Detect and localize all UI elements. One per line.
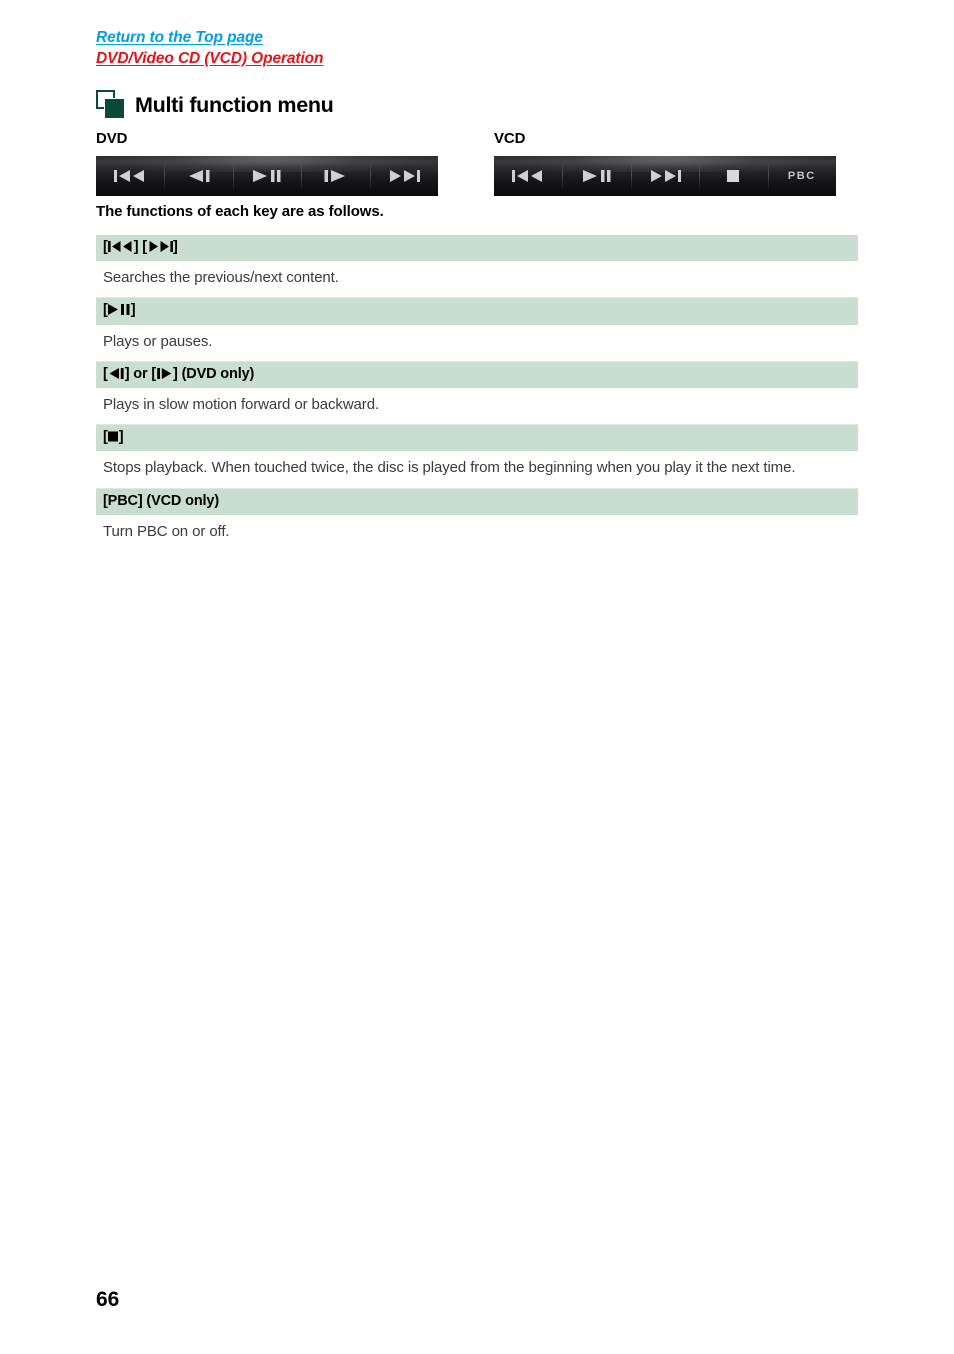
dvd-video-cd-operation-link[interactable]: DVD/Video CD (VCD) Operation xyxy=(96,50,324,67)
prev-next-key-label: [] [] xyxy=(103,239,178,255)
vcd-multi-function-bar: PBC xyxy=(494,156,836,196)
table-row-body-pbc: Turn PBC on or off. xyxy=(103,522,230,540)
dvd-slow-backward-key[interactable] xyxy=(164,156,232,196)
slow-motion-key-label: [] or [] (DVD only) xyxy=(103,365,255,382)
table-row-header-slow-motion: [] or [] (DVD only) xyxy=(96,361,858,388)
vcd-next-track-key[interactable] xyxy=(630,156,699,196)
stop-key-label: [] xyxy=(103,429,124,446)
dvd-next-track-key[interactable] xyxy=(369,156,438,196)
dvd-play-pause-key[interactable] xyxy=(232,156,301,196)
table-row-body-slow-motion: Plays in slow motion forward or backward… xyxy=(96,388,858,426)
return-to-top-page-link[interactable]: Return to the Top page xyxy=(96,30,323,46)
table-row-header-stop: [] xyxy=(96,425,858,452)
table-row-body-prev-next: Searches the previous/next content. xyxy=(96,261,858,299)
dvd-previous-track-key[interactable] xyxy=(96,156,164,196)
table-row-header-pbc: [PBC] (VCD only) xyxy=(96,488,858,515)
page-title: Multi function menu xyxy=(96,88,334,122)
vcd-stop-key[interactable] xyxy=(699,156,767,196)
vcd-play-pause-key[interactable] xyxy=(562,156,630,196)
dvd-multi-function-bar xyxy=(96,156,438,196)
pbc-key-header-label: [PBC] (VCD only) xyxy=(103,492,220,509)
page-number: 66 xyxy=(96,1288,120,1311)
breadcrumb: Return to the Top page DVD/Video CD (VCD… xyxy=(96,30,324,71)
pbc-key-label: PBC xyxy=(787,170,816,182)
vcd-bar-caption: VCD xyxy=(494,130,526,147)
dvd-slow-forward-key[interactable] xyxy=(301,156,369,196)
play-pause-key-label: [] xyxy=(103,302,136,319)
table-row-body-stop: Stops playback. When touched twice, the … xyxy=(96,451,858,489)
table-row-header-prev-next: [] [] xyxy=(96,235,858,262)
square-filled-shape xyxy=(104,98,125,119)
vcd-pbc-key[interactable]: PBC xyxy=(767,156,836,196)
table-row-body-play-pause: Plays or pauses. xyxy=(96,325,858,362)
section-title-label: Multi function menu xyxy=(135,92,334,117)
two-squares-icon xyxy=(96,90,126,120)
key-function-table: [] [] Searches the previous/next content… xyxy=(96,235,858,551)
dvd-bar-caption: DVD xyxy=(96,130,128,147)
intro-text: The functions of each key are as follows… xyxy=(96,203,384,220)
vcd-previous-track-key[interactable] xyxy=(494,156,562,196)
table-row-header-play-pause: [] xyxy=(96,298,858,325)
